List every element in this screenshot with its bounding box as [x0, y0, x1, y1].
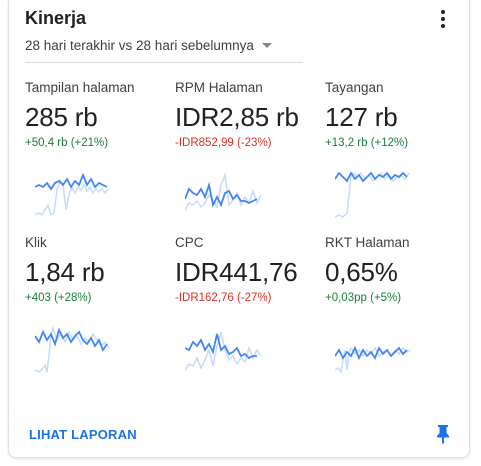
more-options-button[interactable] [433, 8, 453, 30]
sparkline [185, 172, 262, 211]
metric-label: RPM Halaman [175, 80, 263, 95]
performance-card: Kinerja 28 hari terakhir vs 28 hari sebe… [8, 0, 470, 458]
metric-value: 1,84 rb [25, 257, 105, 287]
metric-label: RKT Halaman [325, 235, 410, 250]
metrics-grid: Tampilan halaman 285 rb +50,4 rb (+21%) … [25, 80, 465, 380]
metric-clicks[interactable]: Klik 1,84 rb +403 (+28%) [25, 235, 175, 390]
metric-label: Tampilan halaman [25, 80, 135, 95]
sparkline [35, 172, 109, 217]
metric-label: Klik [25, 235, 47, 250]
sparkline [185, 331, 262, 371]
sparkline [335, 345, 412, 374]
divider [25, 62, 303, 63]
dropdown-arrow-icon [261, 43, 272, 48]
metric-change: +403 (+28%) [25, 292, 92, 304]
metric-page-views[interactable]: Tampilan halaman 285 rb +50,4 rb (+21%) [25, 80, 175, 235]
metric-label: CPC [175, 235, 204, 250]
metric-change: +13,2 rb (+12%) [325, 137, 409, 149]
metric-change: +0,03pp (+5%) [325, 292, 402, 304]
sparkline [35, 325, 110, 373]
metric-value: 127 rb [325, 102, 398, 132]
sparkline-previous [35, 325, 110, 373]
sparkline-current [35, 172, 108, 191]
metric-page-ctr[interactable]: RKT Halaman 0,65% +0,03pp (+5%) [325, 235, 475, 390]
metric-impressions[interactable]: Tayangan 127 rb +13,2 rb (+12%) [325, 80, 475, 235]
metric-value: 0,65% [325, 257, 398, 287]
view-report-link[interactable]: LIHAT LAPORAN [29, 427, 137, 442]
sparkline [335, 171, 410, 218]
metric-change: -IDR162,76 (-27%) [175, 292, 272, 304]
metric-label: Tayangan [325, 80, 384, 95]
metric-value: IDR2,85 rb [175, 102, 299, 132]
period-label: 28 hari terakhir vs 28 hari sebelumnya [25, 38, 254, 53]
period-selector[interactable]: 28 hari terakhir vs 28 hari sebelumnya [25, 38, 272, 53]
metric-page-rpm[interactable]: RPM Halaman IDR2,85 rb -IDR852,99 (-23%) [175, 80, 325, 235]
metric-change: +50,4 rb (+21%) [25, 137, 109, 149]
pin-icon[interactable] [435, 424, 451, 444]
metric-value: IDR441,76 [175, 257, 298, 287]
more-vert-icon [441, 10, 445, 14]
sparkline-previous [185, 172, 262, 211]
sparkline-previous [185, 331, 262, 371]
sparkline-current [185, 333, 257, 360]
metric-change: -IDR852,99 (-23%) [175, 137, 272, 149]
metric-value: 285 rb [25, 102, 98, 132]
card-title: Kinerja [25, 8, 87, 28]
metric-cpc[interactable]: CPC IDR441,76 -IDR162,76 (-27%) [175, 235, 325, 390]
